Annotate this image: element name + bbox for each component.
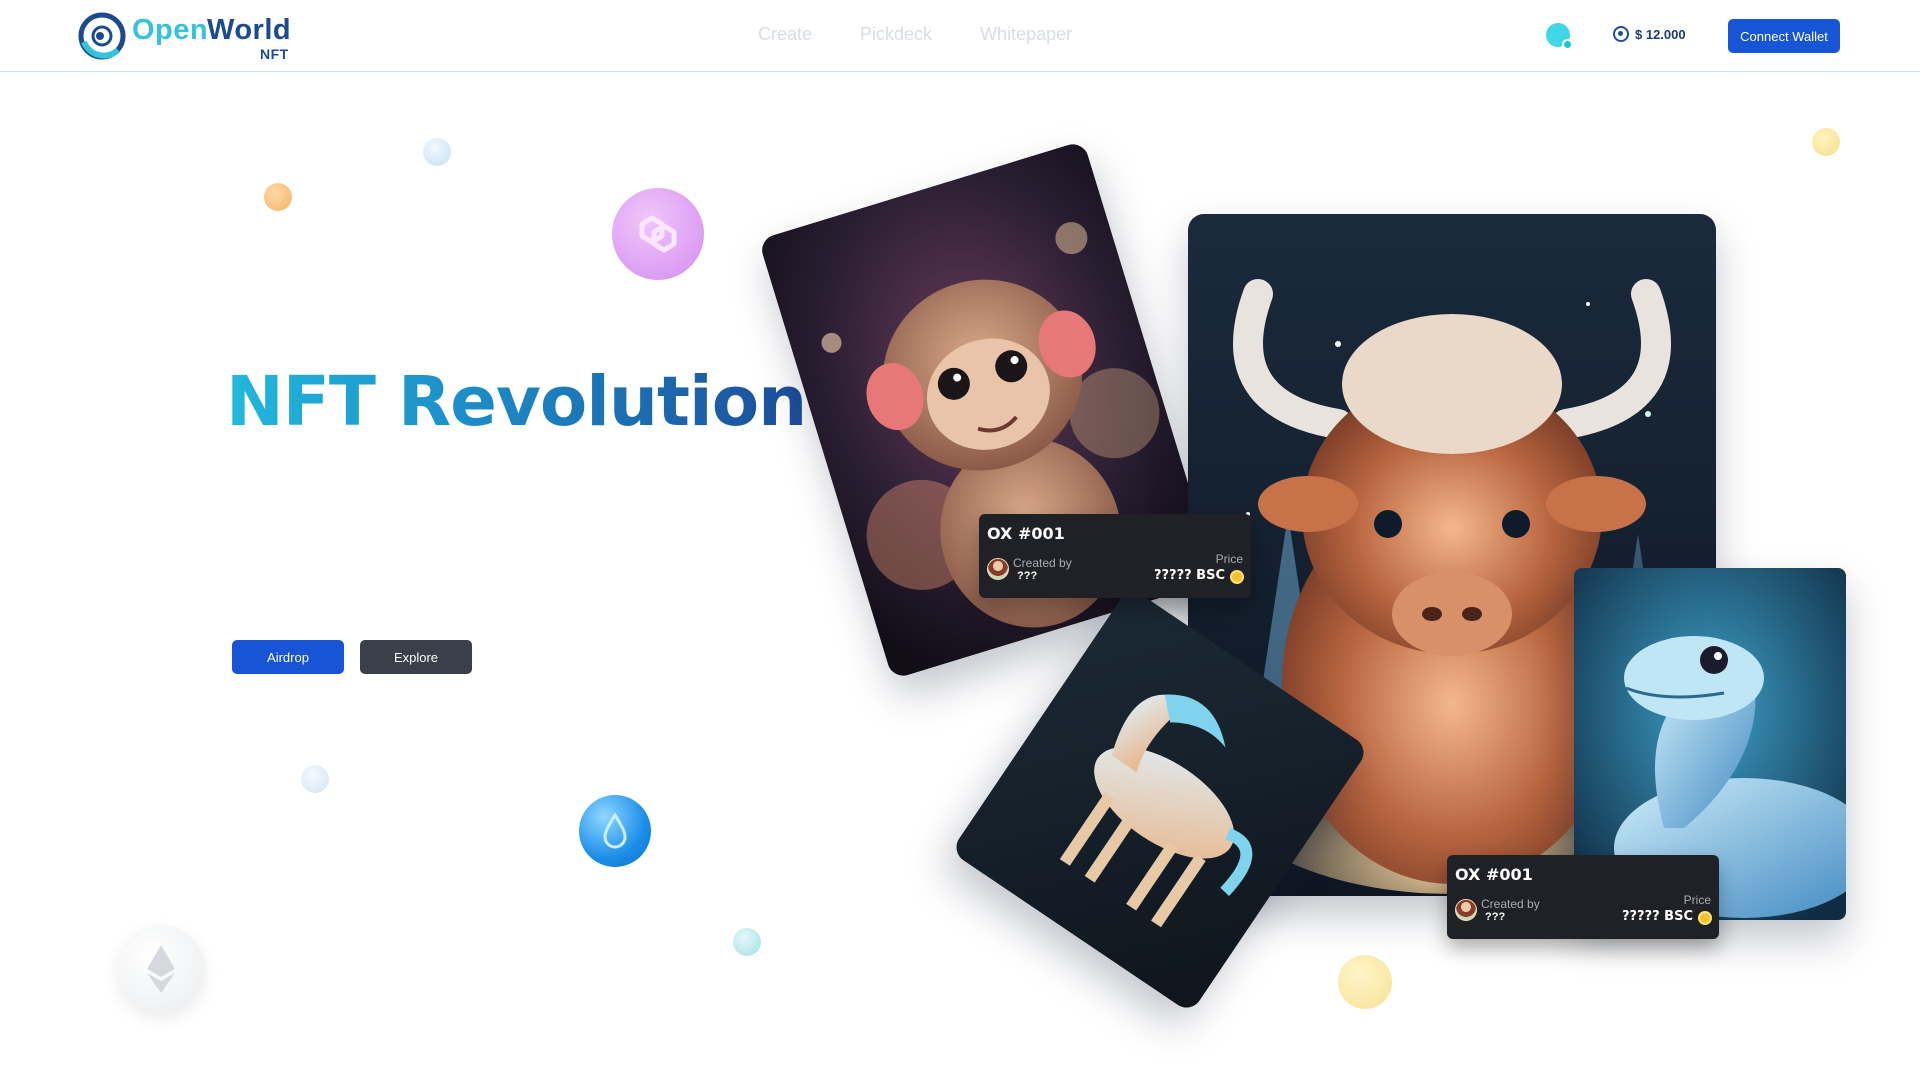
logo-wordmark: Open World NFT (130, 10, 300, 62)
logo-nft-text: NFT (260, 46, 289, 62)
nav-pickdeck[interactable]: Pickdeck (860, 24, 932, 45)
gold-coin-icon (1338, 955, 1392, 1009)
connect-wallet-button[interactable]: Connect Wallet (1728, 19, 1840, 53)
nft-info-card[interactable]: OX #001 Created by ??? Price ????? BSC (979, 514, 1251, 598)
creator-avatar (1455, 899, 1477, 921)
creator-name: ??? (1017, 570, 1038, 582)
nft-info-card-2[interactable]: OX #001 Created by ??? Price ????? BSC (1447, 855, 1719, 939)
created-by-label: Created by (1481, 897, 1540, 911)
price-value: ????? BSC (1153, 568, 1225, 583)
top-navbar: Open World NFT Create Pickdeck Whitepape… (0, 0, 1920, 72)
price-label: Price (1215, 552, 1243, 566)
nft-title: OX #001 (1455, 865, 1533, 884)
teal-coin-icon (733, 928, 761, 956)
logo-open-text: Open (132, 14, 209, 46)
creator-avatar (987, 558, 1009, 580)
brand-logo[interactable]: Open World NFT (78, 10, 300, 62)
explore-button[interactable]: Explore (360, 640, 472, 674)
creator-name: ??? (1485, 911, 1506, 923)
yellow-coin-icon (1812, 128, 1840, 156)
price-label: Price (1683, 893, 1711, 907)
hero-title: NFT Revolution (226, 362, 807, 442)
ethereum-coin-icon (117, 925, 205, 1013)
logo-world-text: World (207, 14, 292, 46)
status-indicator[interactable] (1546, 23, 1573, 50)
airdrop-button[interactable]: Airdrop (232, 640, 344, 674)
bsc-coin-icon (1698, 911, 1712, 925)
price-value: ????? BSC (1621, 909, 1693, 924)
bubble-coin-icon-2 (301, 765, 329, 793)
orange-coin-icon (264, 183, 292, 211)
nav-create[interactable]: Create (758, 24, 812, 45)
drop-coin-icon (579, 795, 651, 867)
polygon-coin-icon (612, 188, 704, 280)
bsc-coin-icon (1230, 570, 1244, 584)
nav-whitepaper[interactable]: Whitepaper (980, 24, 1072, 45)
wallet-balance: $ 12.000 (1613, 26, 1686, 42)
nft-title: OX #001 (987, 524, 1065, 543)
created-by-label: Created by (1013, 556, 1072, 570)
main-nav: Create Pickdeck Whitepaper (758, 24, 1072, 45)
wallet-balance-value: $ 12.000 (1635, 26, 1686, 42)
bubble-coin-icon (423, 138, 451, 166)
logo-icon (78, 12, 126, 60)
wallet-balance-icon (1613, 26, 1629, 42)
